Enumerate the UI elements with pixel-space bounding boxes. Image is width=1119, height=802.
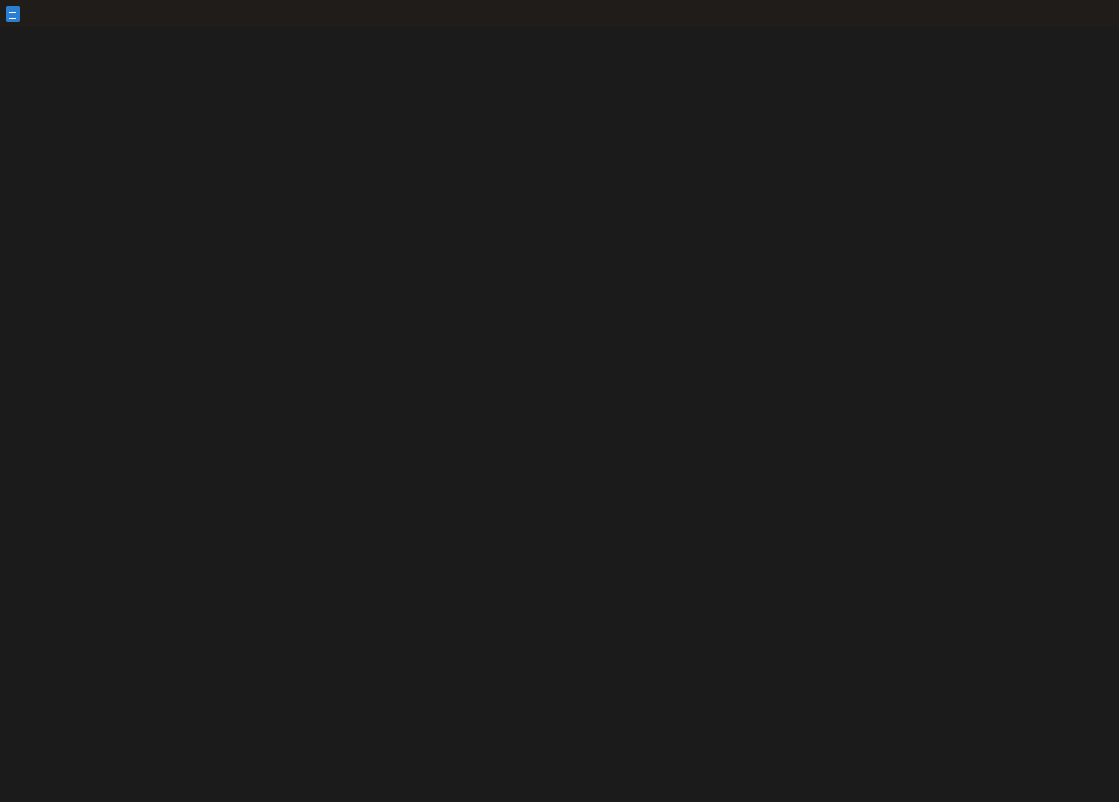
writer-app-icon [6,5,20,22]
title-bar [0,0,1119,27]
